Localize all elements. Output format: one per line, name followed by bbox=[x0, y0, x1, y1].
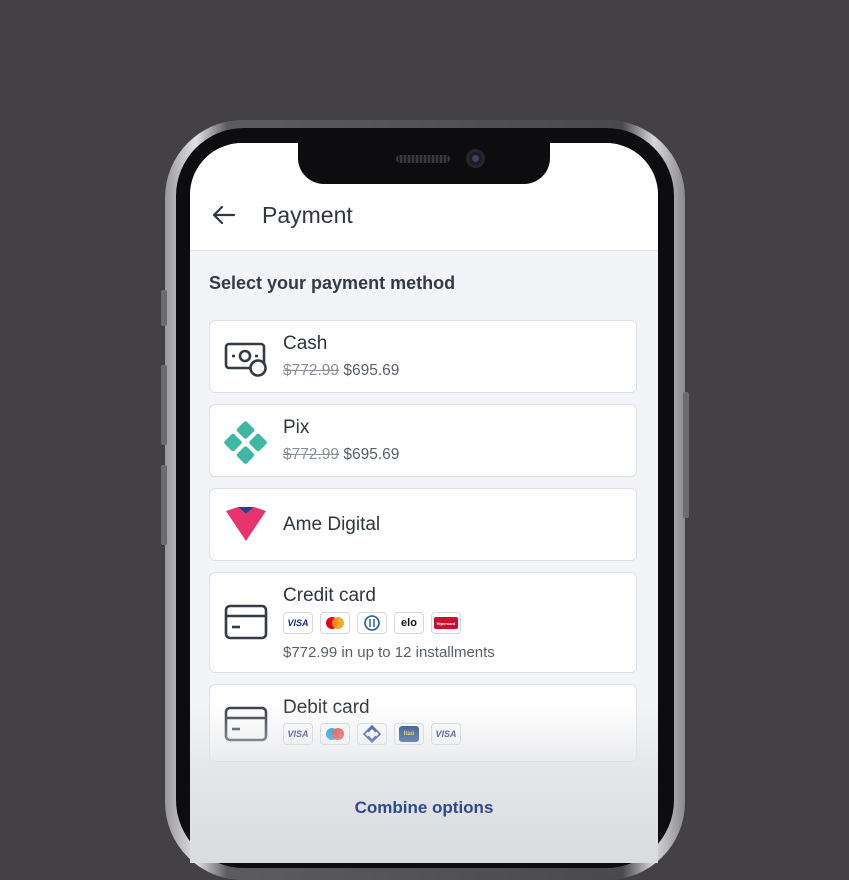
pix-icon bbox=[224, 421, 267, 464]
discount-price: $695.69 bbox=[343, 362, 400, 379]
old-price: $772.99 bbox=[283, 362, 340, 379]
phone-volume-down bbox=[161, 465, 167, 545]
elo-logo: elo bbox=[394, 612, 424, 634]
phone-power-button bbox=[683, 392, 689, 518]
cash-icon bbox=[224, 342, 267, 377]
card-brands: VISA Itaú VISA bbox=[283, 723, 461, 745]
hipercard-logo: Hipercard bbox=[431, 612, 461, 634]
debit-card-icon bbox=[224, 706, 268, 742]
mastercard-logo bbox=[320, 612, 350, 634]
method-name: Ame Digital bbox=[283, 514, 381, 535]
visa-logo: VISA bbox=[431, 723, 461, 745]
card-brands: VISA elo Hipercard bbox=[283, 612, 461, 634]
method-name: Cash bbox=[283, 333, 328, 354]
visa-logo: VISA bbox=[283, 612, 313, 634]
page-title: Payment bbox=[262, 202, 353, 228]
payment-method-debit-card[interactable]: Debit card VISA Itaú VISA bbox=[209, 684, 637, 762]
price-line: $772.99 $695.69 bbox=[283, 446, 399, 464]
method-name: Credit card bbox=[283, 585, 376, 606]
old-price: $772.99 bbox=[283, 446, 340, 463]
method-name: Pix bbox=[283, 417, 310, 438]
credit-card-icon bbox=[224, 604, 268, 640]
payment-method-credit-card[interactable]: Credit card VISA elo Hipercard $772.99 i… bbox=[209, 572, 637, 673]
price-line: $772.99 $695.69 bbox=[283, 362, 399, 380]
front-camera bbox=[466, 149, 485, 168]
phone-volume-up bbox=[161, 365, 167, 445]
payment-method-cash[interactable]: Cash $772.99 $695.69 bbox=[209, 320, 637, 393]
arrow-left-icon bbox=[212, 205, 236, 225]
maestro-logo bbox=[320, 723, 350, 745]
payment-method-pix[interactable]: Pix $772.99 $695.69 bbox=[209, 404, 637, 477]
installments-text: $772.99 in up to 12 installments bbox=[283, 644, 495, 661]
ame-heart-icon bbox=[226, 507, 266, 541]
discount-price: $695.69 bbox=[343, 446, 400, 463]
combine-options-button[interactable]: Combine options bbox=[190, 798, 658, 818]
phone-screen: Payment Select your payment method Cash … bbox=[190, 143, 658, 863]
banco-do-brasil-logo bbox=[357, 723, 387, 745]
itau-logo: Itaú bbox=[394, 723, 424, 745]
diners-logo bbox=[357, 612, 387, 634]
section-title: Select your payment method bbox=[209, 273, 456, 293]
payment-method-ame-digital[interactable]: Ame Digital bbox=[209, 488, 637, 561]
visa-logo: VISA bbox=[283, 723, 313, 745]
speaker-grille bbox=[396, 155, 450, 163]
back-button[interactable] bbox=[210, 201, 238, 229]
phone-mute-switch bbox=[161, 290, 167, 326]
method-name: Debit card bbox=[283, 697, 370, 718]
